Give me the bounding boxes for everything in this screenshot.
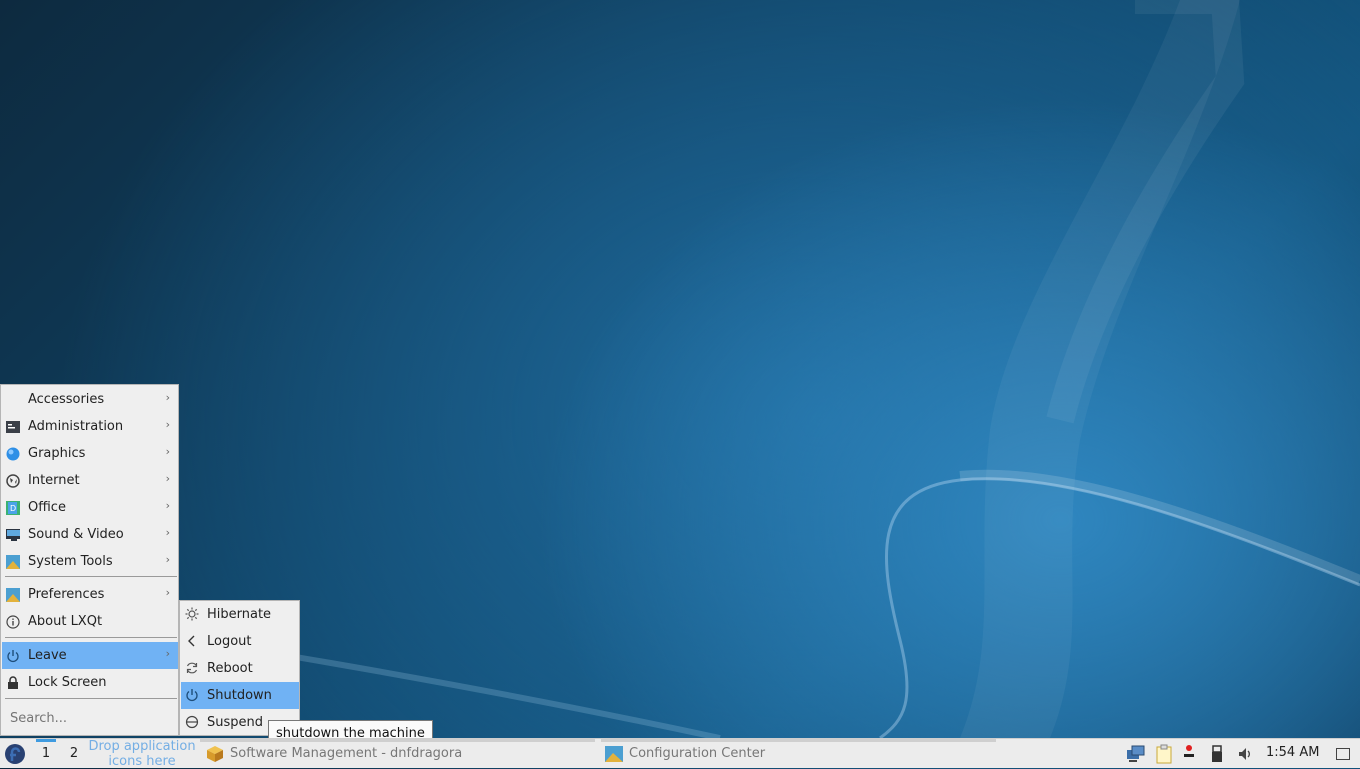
menu-item-lock-screen[interactable]: Lock Screen <box>2 669 178 696</box>
menu-search-input[interactable] <box>2 703 178 733</box>
menu-item-label: Hibernate <box>207 607 272 622</box>
menu-item-administration[interactable]: Administration › <box>2 413 178 440</box>
reboot-icon <box>185 661 199 675</box>
menu-item-leave[interactable]: Leave › <box>2 642 178 669</box>
task-button-configuration-center[interactable]: Configuration Center <box>601 739 996 768</box>
chevron-right-icon: › <box>165 586 170 599</box>
menu-item-label: Logout <box>207 634 252 649</box>
menu-item-label: Leave <box>28 648 67 663</box>
task-button-dnfdragora[interactable]: Software Management - dnfdragora <box>200 739 595 768</box>
quicklaunch-area: Drop application icons here <box>84 739 200 769</box>
clipboard-icon[interactable] <box>1154 744 1174 764</box>
menu-separator <box>5 637 177 638</box>
preferences-icon <box>6 587 20 602</box>
logout-icon <box>185 634 199 648</box>
desktop-switch-2[interactable]: 2 <box>63 739 85 768</box>
menu-item-logout[interactable]: Logout <box>181 628 299 655</box>
package-icon <box>207 745 223 762</box>
power-icon <box>6 649 20 663</box>
menu-item-internet[interactable]: Internet › <box>2 467 178 494</box>
menu-item-label: System Tools <box>28 554 113 569</box>
lock-icon <box>6 675 20 690</box>
network-icon[interactable] <box>1126 744 1146 764</box>
menu-item-label: Internet <box>28 473 80 488</box>
config-center-icon <box>605 745 623 762</box>
quicklaunch-hint-line2: icons here <box>108 754 176 769</box>
menu-item-label: About LXQt <box>28 614 103 629</box>
leave-submenu: Hibernate Logout Reboot Shutdown Suspend <box>179 600 300 736</box>
office-icon: D <box>6 500 20 515</box>
menu-item-label: Suspend <box>207 715 264 730</box>
chevron-right-icon: › <box>165 499 170 512</box>
notification-icon[interactable] <box>1180 744 1200 764</box>
menu-item-label: Lock Screen <box>28 675 107 690</box>
administration-icon <box>6 420 20 434</box>
menu-item-system-tools[interactable]: System Tools › <box>2 548 178 575</box>
info-icon <box>6 614 20 629</box>
chevron-right-icon: › <box>165 445 170 458</box>
chevron-right-icon: › <box>165 418 170 431</box>
menu-item-preferences[interactable]: Preferences › <box>2 581 178 608</box>
desktop-switch-1[interactable]: 1 <box>35 739 57 768</box>
menu-item-sound-video[interactable]: Sound & Video › <box>2 521 178 548</box>
menu-item-office[interactable]: D Office › <box>2 494 178 521</box>
chevron-right-icon: › <box>165 526 170 539</box>
menu-item-graphics[interactable]: Graphics › <box>2 440 178 467</box>
chevron-right-icon: › <box>165 647 170 660</box>
chevron-right-icon: › <box>165 553 170 566</box>
menu-item-label: Shutdown <box>207 688 272 703</box>
hibernate-icon <box>185 607 199 621</box>
suspend-icon <box>185 715 199 729</box>
menu-item-hibernate[interactable]: Hibernate <box>181 601 299 628</box>
graphics-icon <box>6 447 20 461</box>
power-icon <box>185 688 199 702</box>
menu-item-reboot[interactable]: Reboot <box>181 655 299 682</box>
menu-item-label: Reboot <box>207 661 253 676</box>
chevron-right-icon: › <box>165 472 170 485</box>
menu-separator <box>5 698 177 699</box>
taskbar: 1 2 Drop application icons here Software… <box>0 738 1360 769</box>
menu-item-label: Office <box>28 500 66 515</box>
sound-video-icon <box>6 528 20 542</box>
menu-item-label: Graphics <box>28 446 86 461</box>
menu-item-shutdown[interactable]: Shutdown <box>181 682 299 709</box>
show-desktop-button[interactable] <box>1336 748 1350 760</box>
volume-icon[interactable] <box>1236 744 1256 764</box>
task-label: Configuration Center <box>629 746 766 761</box>
menu-item-label: Sound & Video <box>28 527 124 542</box>
fedora-icon <box>5 744 25 764</box>
menu-item-label: Preferences <box>28 587 105 602</box>
usb-icon[interactable] <box>1207 744 1227 764</box>
menu-item-label: Accessories <box>28 392 105 407</box>
menu-separator <box>5 576 177 577</box>
quicklaunch-hint-line1: Drop application <box>88 739 196 754</box>
system-tools-icon <box>6 554 20 569</box>
application-menu: Accessories › Administration › Graphics … <box>0 384 179 736</box>
menu-item-accessories[interactable]: Accessories › <box>2 386 178 413</box>
menu-item-label: Administration <box>28 419 124 434</box>
chevron-right-icon: › <box>165 391 170 404</box>
internet-icon <box>6 473 20 488</box>
task-label: Software Management - dnfdragora <box>230 746 463 761</box>
svg-text:D: D <box>10 504 16 513</box>
fedora-menu-button[interactable] <box>4 743 26 765</box>
menu-item-about[interactable]: About LXQt <box>2 608 178 635</box>
clock[interactable]: 1:54 AM <box>1266 745 1319 760</box>
